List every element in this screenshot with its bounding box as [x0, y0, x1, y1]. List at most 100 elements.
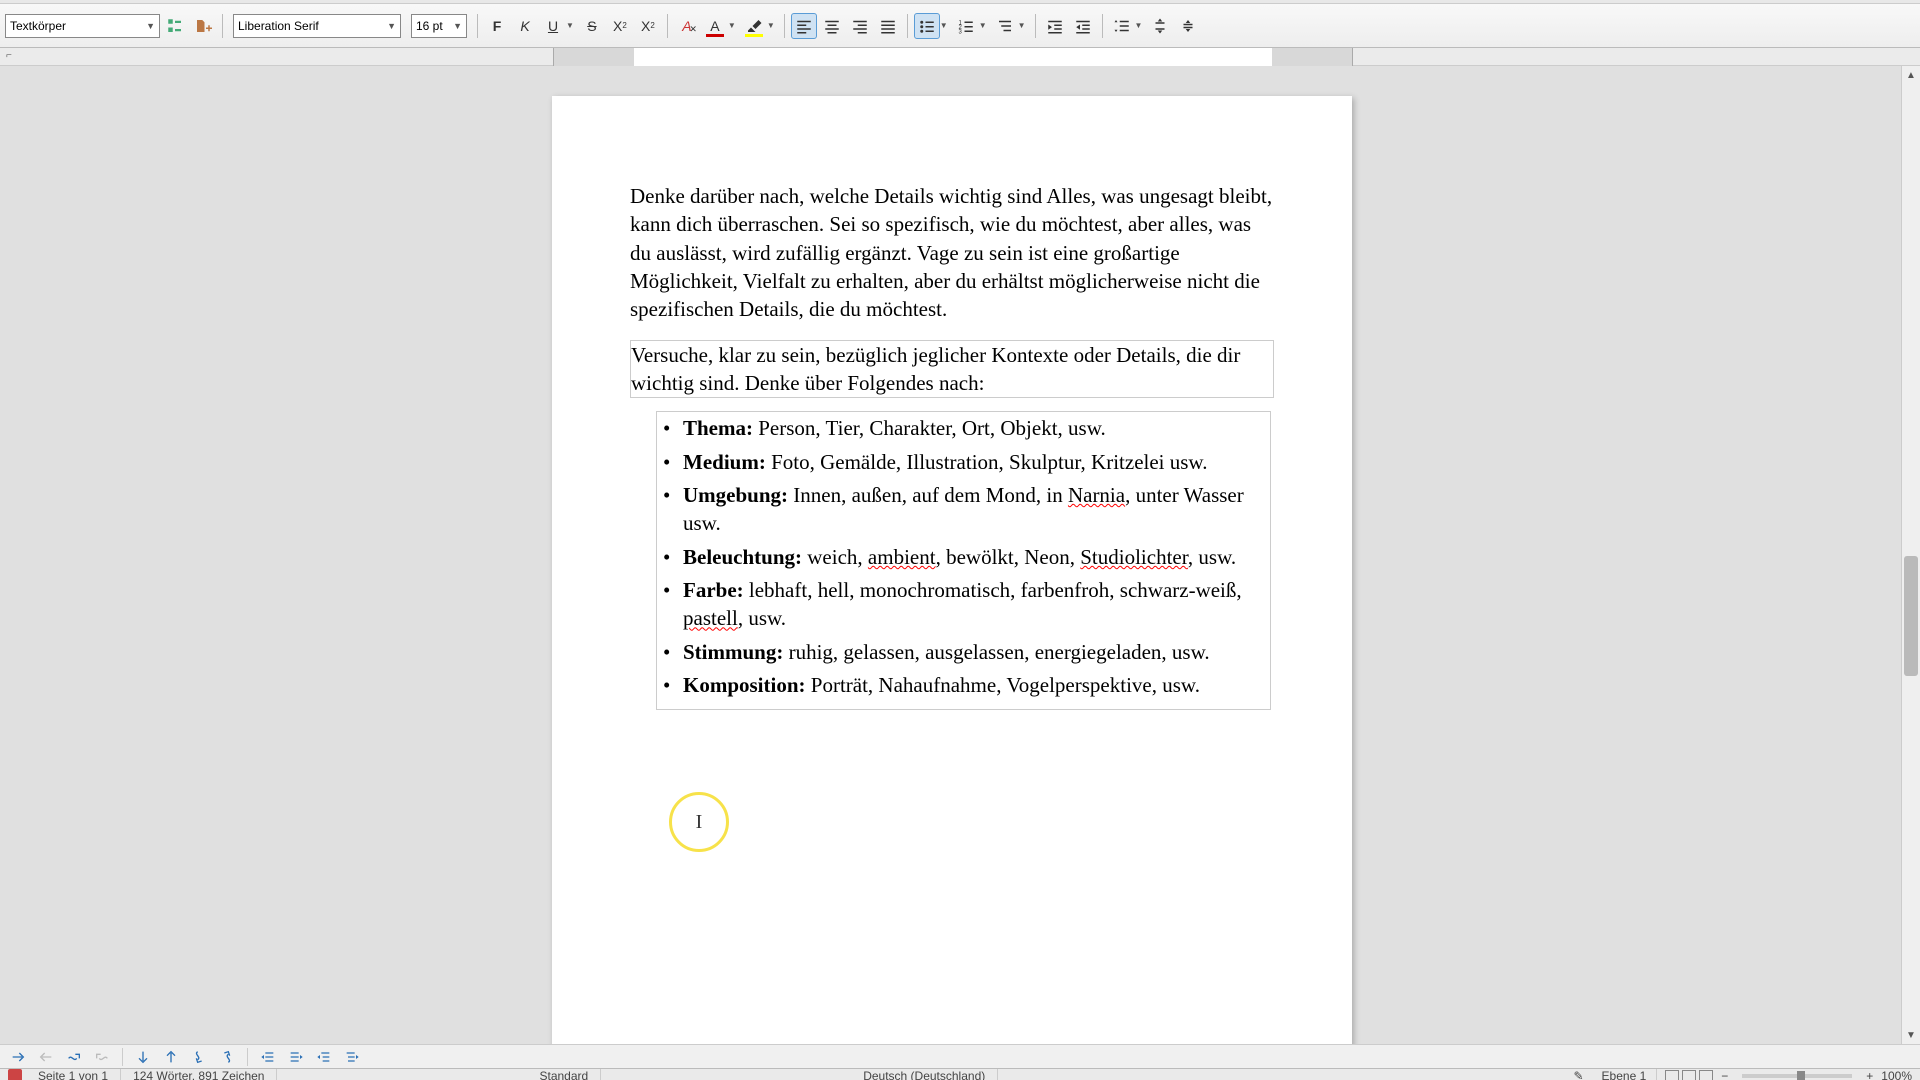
forward-arrow-icon[interactable]	[6, 1046, 30, 1068]
separator	[1102, 14, 1103, 38]
chevron-down-icon: ▼	[387, 21, 396, 31]
highlight-color-button[interactable]	[741, 13, 767, 39]
demote-children-icon[interactable]	[340, 1046, 364, 1068]
align-right-button[interactable]	[847, 13, 873, 39]
list-item: Medium: Foto, Gemälde, Illustration, Sku…	[657, 448, 1270, 476]
line-spacing-dropdown[interactable]: ▼	[1135, 21, 1146, 30]
font-color-button[interactable]: A	[702, 13, 728, 39]
separator	[247, 1048, 248, 1066]
italic-button[interactable]: K	[512, 13, 538, 39]
list-item: Umgebung: Innen, außen, auf dem Mond, in…	[657, 481, 1270, 538]
bullet-list-button[interactable]	[914, 13, 940, 39]
separator	[907, 14, 908, 38]
font-color-dropdown[interactable]: ▼	[728, 21, 739, 30]
bullet-list[interactable]: Thema: Person, Tier, Charakter, Ort, Obj…	[656, 411, 1271, 709]
up-arrow-icon[interactable]	[159, 1046, 183, 1068]
vertical-scrollbar[interactable]: ▲ ▼	[1901, 66, 1920, 1044]
increase-spacing-button[interactable]	[1147, 13, 1173, 39]
zoom-plus-icon[interactable]: +	[1866, 1069, 1873, 1080]
cursor-highlight-circle: I	[669, 792, 729, 852]
underline-dropdown[interactable]: ▼	[566, 21, 577, 30]
separator	[1035, 14, 1036, 38]
paragraph-1[interactable]: Denke darüber nach, welche Details wicht…	[630, 182, 1274, 324]
tab-stop-icon: ⌐	[6, 50, 12, 61]
separator	[784, 14, 785, 38]
separator	[477, 14, 478, 38]
update-style-button[interactable]	[162, 13, 188, 39]
font-size-combo[interactable]: 16 pt ▼	[411, 14, 467, 38]
status-language[interactable]: Deutsch (Deutschland)	[851, 1069, 998, 1080]
forward-tilde-icon[interactable]	[62, 1046, 86, 1068]
bullet-list-dropdown[interactable]: ▼	[940, 21, 951, 30]
decrease-spacing-button[interactable]	[1175, 13, 1201, 39]
promote-children-icon[interactable]	[312, 1046, 336, 1068]
superscript-button[interactable]: X2	[607, 13, 633, 39]
page[interactable]: Denke darüber nach, welche Details wicht…	[552, 96, 1352, 1044]
page-content[interactable]: Denke darüber nach, welche Details wicht…	[552, 96, 1352, 750]
list-item: Thema: Person, Tier, Charakter, Ort, Obj…	[657, 414, 1270, 442]
list-item: Farbe: lebhaft, hell, monochromatisch, f…	[657, 576, 1270, 633]
list-item: Stimmung: ruhig, gelassen, ausgelassen, …	[657, 638, 1270, 666]
book-view-icon[interactable]	[1699, 1070, 1713, 1080]
chevron-down-icon: ▼	[146, 21, 155, 31]
new-style-button[interactable]	[190, 13, 216, 39]
numbered-list-dropdown[interactable]: ▼	[979, 21, 990, 30]
multi-page-icon[interactable]	[1682, 1070, 1696, 1080]
navigation-toolbar	[0, 1044, 1920, 1068]
view-layout-icons[interactable]	[1665, 1070, 1713, 1080]
underline-button[interactable]: U	[540, 13, 566, 39]
numbered-list-button[interactable]: 123	[953, 13, 979, 39]
subscript-button[interactable]: X2	[635, 13, 661, 39]
back-arrow-icon[interactable]	[34, 1046, 58, 1068]
svg-text:3: 3	[958, 29, 962, 35]
status-words[interactable]: 124 Wörter, 891 Zeichen	[121, 1069, 277, 1080]
status-zoom[interactable]: 100%	[1881, 1069, 1912, 1080]
clear-formatting-button[interactable]: A ✕	[674, 13, 700, 39]
scroll-up-icon[interactable]: ▲	[1902, 66, 1920, 84]
document-area[interactable]: Denke darüber nach, welche Details wicht…	[0, 66, 1901, 1044]
chevron-down-icon: ▼	[453, 21, 462, 31]
scroll-down-icon[interactable]: ▼	[1902, 1026, 1920, 1044]
save-indicator-icon[interactable]	[8, 1069, 22, 1080]
separator	[667, 14, 668, 38]
font-name-value: Liberation Serif	[238, 19, 319, 33]
back-tilde-icon[interactable]	[90, 1046, 114, 1068]
horizontal-ruler[interactable]: ⌐	[0, 48, 1920, 66]
decrease-indent-button[interactable]	[1070, 13, 1096, 39]
single-page-icon[interactable]	[1665, 1070, 1679, 1080]
line-spacing-button[interactable]	[1109, 13, 1135, 39]
zoom-minus-icon[interactable]: −	[1721, 1069, 1728, 1080]
status-style[interactable]: Standard	[527, 1069, 601, 1080]
demote-level-icon[interactable]	[284, 1046, 308, 1068]
align-justify-button[interactable]	[875, 13, 901, 39]
scrollbar-thumb[interactable]	[1904, 556, 1918, 676]
zoom-slider-thumb[interactable]	[1797, 1071, 1805, 1080]
strikethrough-button[interactable]: S	[579, 13, 605, 39]
increase-indent-button[interactable]	[1042, 13, 1068, 39]
text-cursor-icon: I	[696, 811, 703, 834]
outline-list-dropdown[interactable]: ▼	[1018, 21, 1029, 30]
list-item: Komposition: Porträt, Nahaufnahme, Vogel…	[657, 671, 1270, 699]
ruler-left-margin	[554, 48, 634, 66]
down-tilde-icon[interactable]	[187, 1046, 211, 1068]
paragraph-style-combo[interactable]: Textkörper ▼	[5, 14, 160, 38]
status-signature-icon[interactable]: ✎	[1574, 1069, 1594, 1080]
font-size-value: 16 pt	[416, 19, 443, 33]
font-color-indicator	[706, 34, 724, 37]
separator	[122, 1048, 123, 1066]
highlight-color-dropdown[interactable]: ▼	[767, 21, 778, 30]
align-left-button[interactable]	[791, 13, 817, 39]
down-arrow-icon[interactable]	[131, 1046, 155, 1068]
status-level[interactable]: Ebene 1	[1602, 1069, 1658, 1080]
align-center-button[interactable]	[819, 13, 845, 39]
promote-level-icon[interactable]	[256, 1046, 280, 1068]
highlight-color-indicator	[745, 34, 763, 37]
status-page[interactable]: Seite 1 von 1	[26, 1069, 121, 1080]
paragraph-2[interactable]: Versuche, klar zu sein, bezüglich jeglic…	[630, 340, 1274, 399]
zoom-slider[interactable]	[1742, 1074, 1852, 1078]
bold-button[interactable]: F	[484, 13, 510, 39]
outline-list-button[interactable]	[992, 13, 1018, 39]
up-tilde-icon[interactable]	[215, 1046, 239, 1068]
font-name-combo[interactable]: Liberation Serif ▼	[233, 14, 401, 38]
paragraph-style-value: Textkörper	[10, 19, 66, 33]
